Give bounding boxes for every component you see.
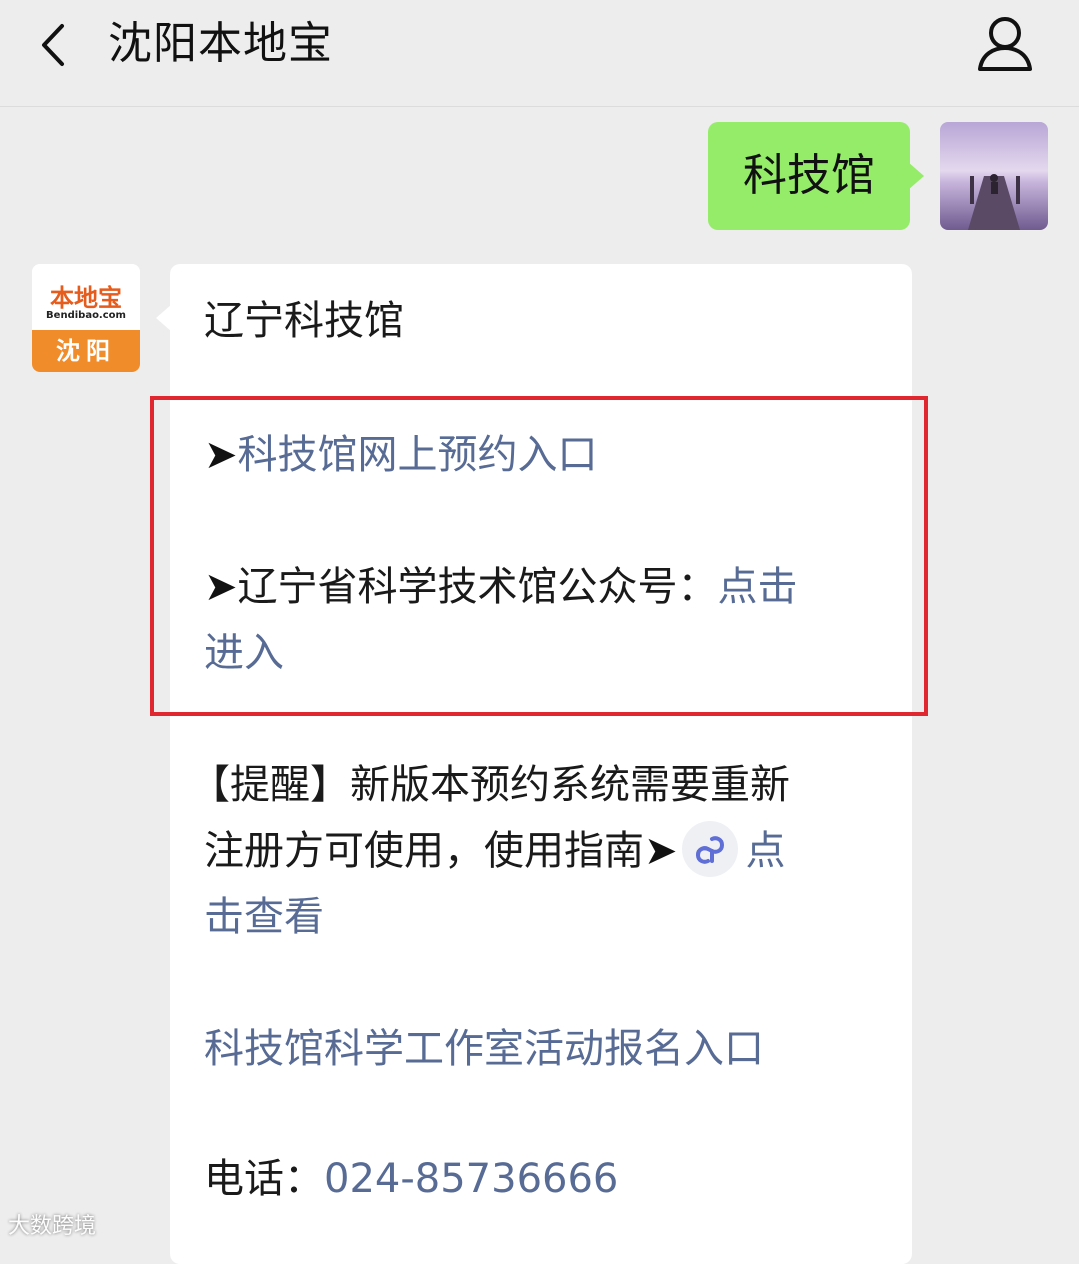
phone-link[interactable]: 024-85736666 [324,1156,618,1202]
guide-link-part2[interactable]: 击查看 [204,894,324,940]
person-icon [978,17,1032,71]
top-bar: 沈阳本地宝 [0,0,1079,107]
back-button[interactable] [30,20,80,70]
mini-program-icon[interactable] [681,821,738,877]
guide-link-part1[interactable]: 点 [746,828,786,874]
reminder-line-1: 【提醒】新版本预约系统需要重新 [190,762,790,808]
user-avatar-image [940,122,1048,230]
reminder-text: 注册方可使用，使用指南 [204,828,644,874]
watermark: 大数跨境 [8,1208,96,1240]
phone-label: 电话： [204,1156,324,1202]
profile-button[interactable] [972,14,1038,76]
account-logo-area: 本地宝 Bendibao.com [32,264,140,330]
user-avatar[interactable] [940,122,1048,230]
studio-signup-link[interactable]: 科技馆科学工作室活动报名入口 [204,1026,764,1072]
user-message-text: 科技馆 [743,150,875,201]
reminder-line-2: 注册方可使用，使用指南➤ 点 [204,818,904,884]
chevron-left-icon [42,24,64,66]
account-avatar[interactable]: 本地宝 Bendibao.com 沈阳 [32,264,140,372]
page-title: 沈阳本地宝 [108,18,333,69]
reply-heading: 辽宁科技馆 [204,298,404,344]
studio-signup-item: 科技馆科学工作室活动报名入口 [204,1016,764,1082]
account-site-text: Bendibao.com [46,310,126,321]
reminder-line-3: 击查看 [204,884,324,950]
phone-item: 电话：024-85736666 [204,1146,618,1212]
account-city-label: 沈阳 [32,330,140,372]
user-message-bubble[interactable]: 科技馆 [708,122,924,230]
watermark-text: 大数跨境 [8,1214,97,1239]
arrow-icon: ➤ [644,828,678,874]
highlight-box [150,396,928,716]
account-logo-text: 本地宝 [50,283,122,312]
